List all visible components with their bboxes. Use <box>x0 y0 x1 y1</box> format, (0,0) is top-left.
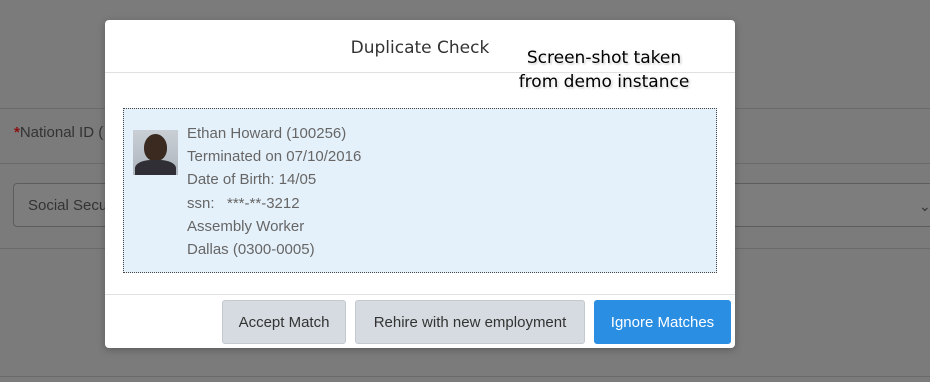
match-location: Dallas (0300-0005) <box>187 241 315 259</box>
match-card[interactable]: Ethan Howard (100256) Terminated on 07/1… <box>123 108 717 273</box>
duplicate-check-dialog: Duplicate Check Screen-shot taken from d… <box>105 20 735 348</box>
avatar <box>133 130 178 175</box>
match-dob: Date of Birth: 14/05 <box>187 171 317 189</box>
avatar-body <box>135 160 176 175</box>
match-ssn: ssn: ***-**-3212 <box>187 194 300 212</box>
national-id-label-text: National ID ( <box>19 124 104 141</box>
watermark-line: from demo instance <box>518 72 690 92</box>
match-info: Ethan Howard (100256) Terminated on 07/1… <box>187 122 361 261</box>
match-job: Assembly Worker <box>187 217 305 235</box>
rehire-button[interactable]: Rehire with new employment <box>355 300 585 344</box>
chevron-down-icon: ⌄ <box>919 198 930 214</box>
national-id-label: *National ID ( <box>14 124 103 141</box>
id-type-select-value: Social Secu <box>28 197 108 214</box>
divider <box>0 376 930 377</box>
ignore-matches-button[interactable]: Ignore Matches <box>594 300 731 344</box>
avatar-head <box>144 134 167 161</box>
match-name: Ethan Howard (100256) <box>187 125 347 142</box>
watermark-annotation: Screen-shot taken from demo instance <box>518 46 690 94</box>
footer-divider <box>105 294 735 295</box>
match-status: Terminated on 07/10/2016 <box>187 148 362 166</box>
watermark-line: Screen-shot taken <box>526 48 682 68</box>
accept-match-button[interactable]: Accept Match <box>222 300 346 344</box>
